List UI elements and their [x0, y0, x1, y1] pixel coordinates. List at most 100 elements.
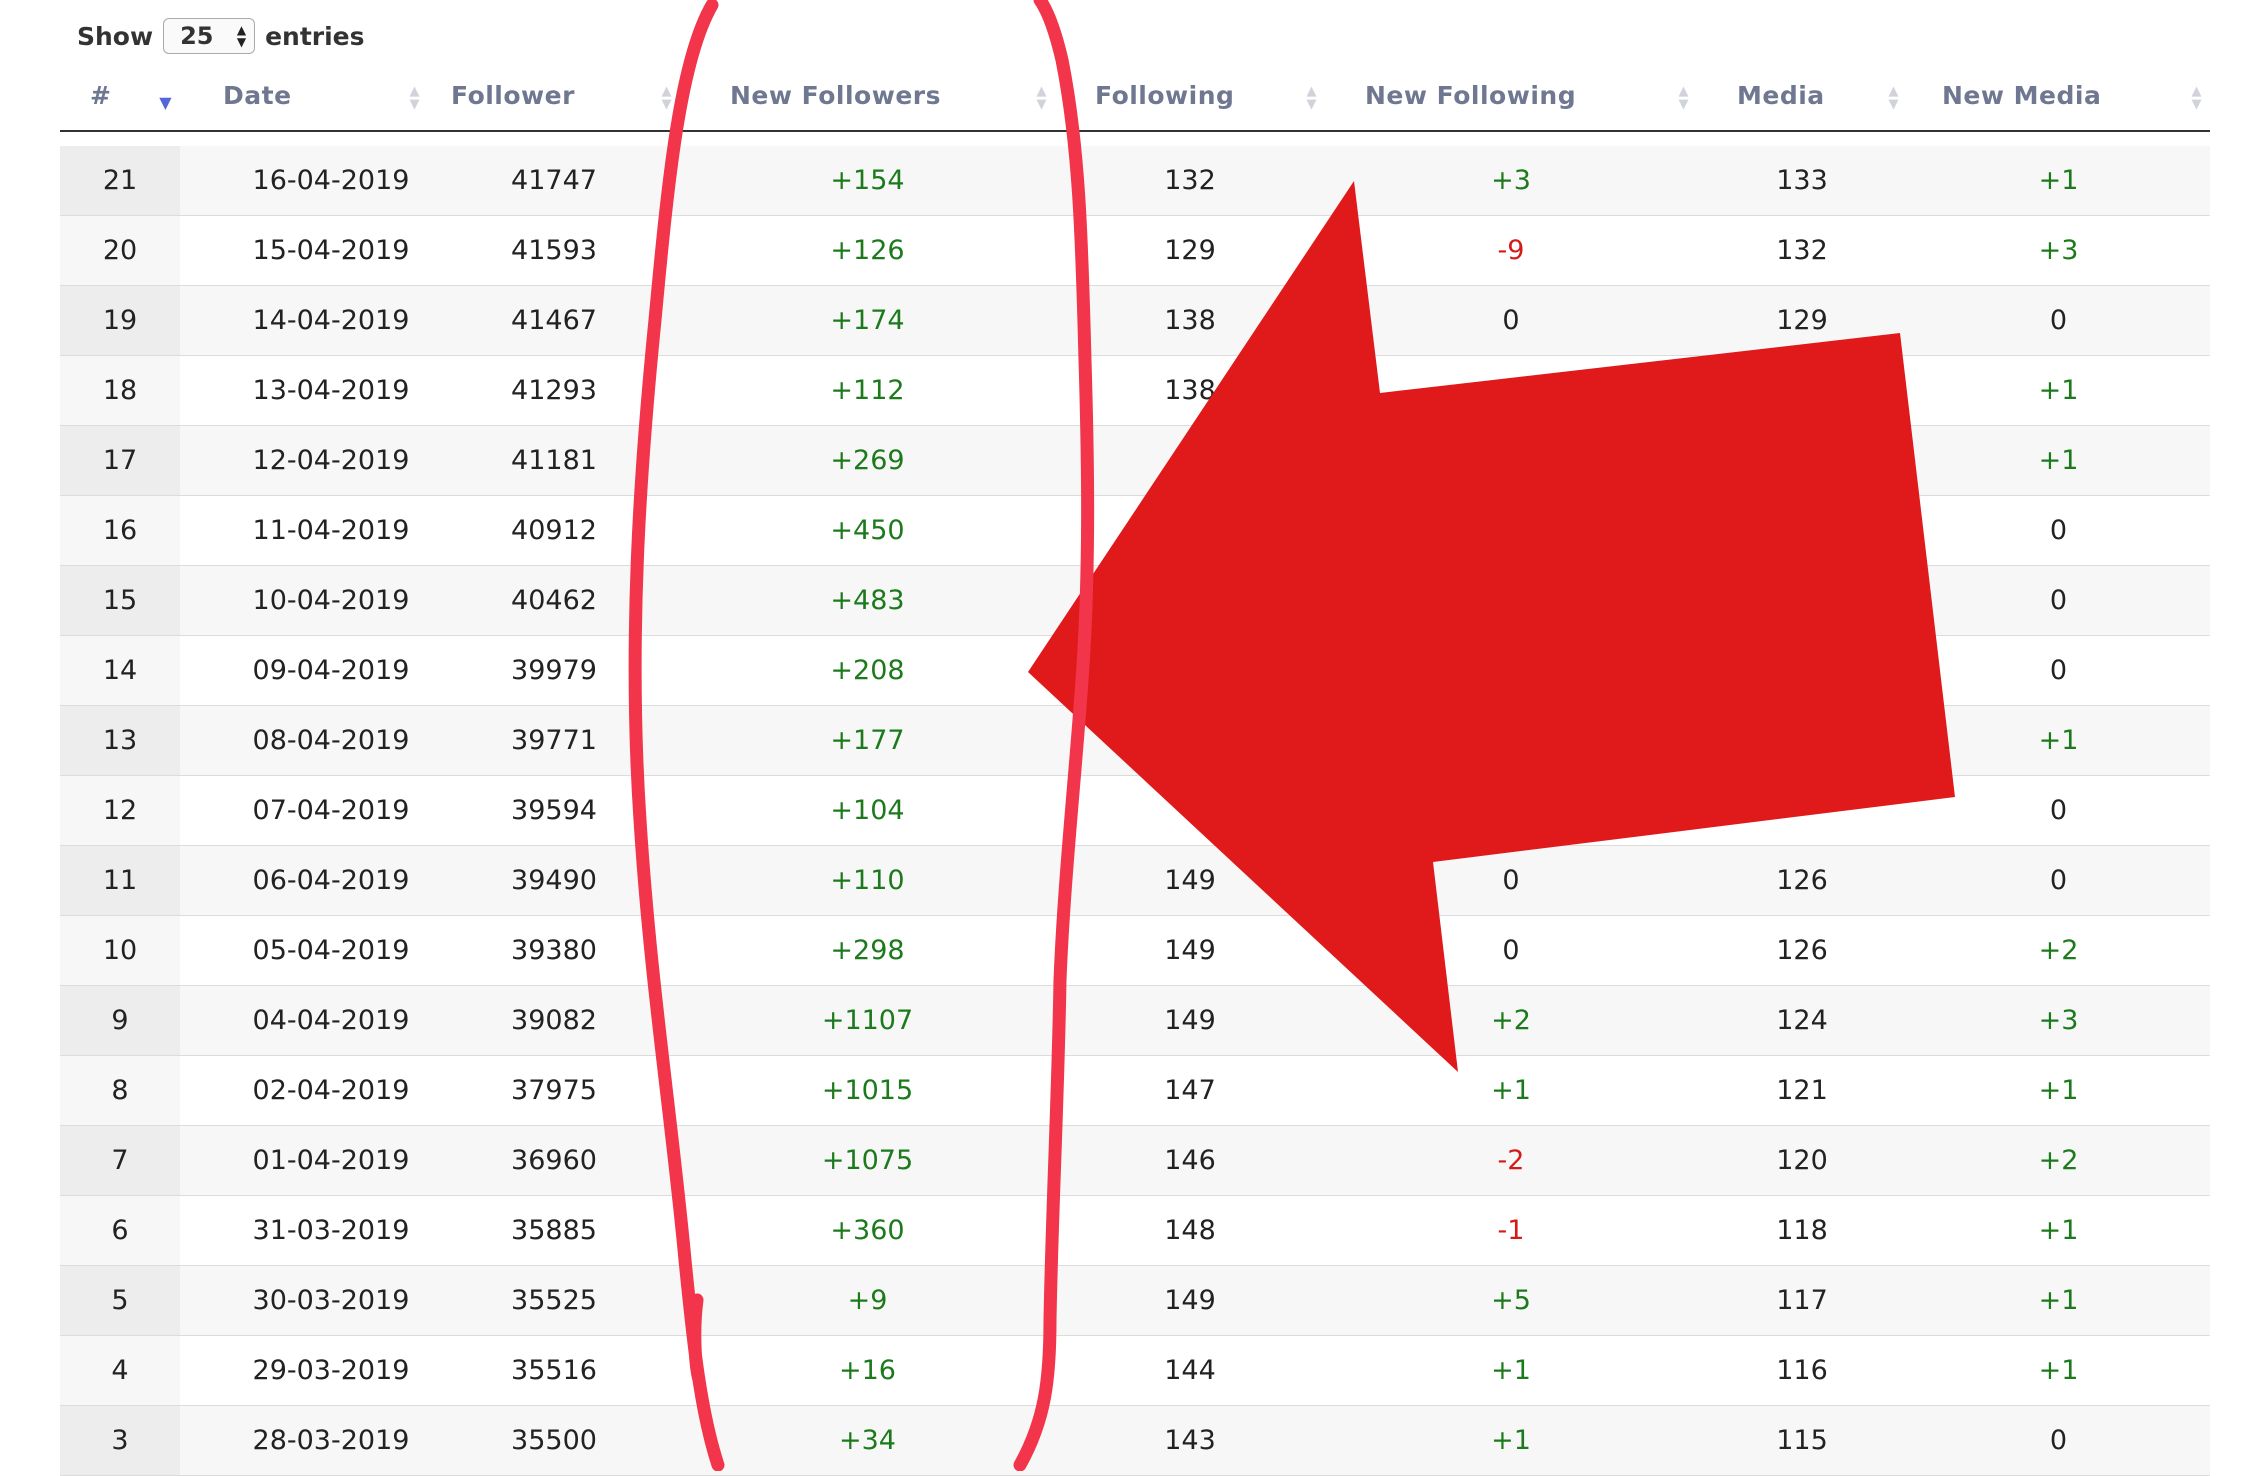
cell-follower: 39771: [428, 705, 680, 776]
cell-new-followers: +177: [680, 705, 1055, 776]
table-row: 20 15-04-2019 41593 +126 129 -9 132 +3: [60, 215, 2210, 286]
col-header-follower[interactable]: Follower ▲ ▼: [428, 72, 680, 132]
entries-select-value: 25: [180, 22, 214, 50]
cell-date: 28-03-2019: [180, 1405, 428, 1476]
cell-following: [1055, 425, 1325, 496]
cell-following: [1055, 635, 1325, 706]
sort-both-icon[interactable]: ▲ ▼: [1307, 85, 1318, 111]
cell-media: 126: [1697, 845, 1907, 916]
table-row: 6 31-03-2019 35885 +360 148 -1 118 +1: [60, 1195, 2210, 1266]
cell-media: [1697, 355, 1907, 426]
cell-media: [1697, 565, 1907, 636]
col-header-date[interactable]: Date ▲ ▼: [180, 72, 428, 132]
sort-both-icon[interactable]: ▲ ▼: [2192, 85, 2203, 111]
table-body: 21 16-04-2019 41747 +154 132 +3 133 +1 20 15-04-2…: [60, 146, 2210, 1476]
cell-following: 148: [1055, 1195, 1325, 1266]
col-header-num[interactable]: # ▼: [60, 72, 180, 132]
col-header-new-media[interactable]: New Media ▲ ▼: [1907, 72, 2210, 132]
cell-follower: 35525: [428, 1265, 680, 1336]
cell-follower: 39979: [428, 635, 680, 706]
cell-new-followers: +1107: [680, 985, 1055, 1056]
col-header-new-followers[interactable]: New Followers ▲ ▼: [680, 72, 1055, 132]
cell-new-following: +1: [1325, 1055, 1697, 1126]
cell-num: 19: [60, 285, 180, 356]
table-row: 17 12-04-2019 41181 +269 +1: [60, 425, 2210, 496]
col-header-label: Follower: [451, 81, 575, 110]
cell-new-media: +1: [1907, 1055, 2210, 1126]
table-row: 9 04-04-2019 39082 +1107 149 +2 124 +3: [60, 985, 2210, 1056]
cell-following: 138: [1055, 285, 1325, 356]
cell-date: 16-04-2019: [180, 146, 428, 216]
cell-new-media: 0: [1907, 285, 2210, 356]
cell-media: 116: [1697, 1335, 1907, 1406]
cell-num: 17: [60, 425, 180, 496]
cell-date: 29-03-2019: [180, 1335, 428, 1406]
cell-new-following: [1325, 705, 1697, 776]
cell-new-media: 0: [1907, 1405, 2210, 1476]
cell-num: 7: [60, 1125, 180, 1196]
col-header-label: New Following: [1365, 81, 1577, 110]
table-row: 16 11-04-2019 40912 +450 0: [60, 495, 2210, 566]
cell-media: 129: [1697, 285, 1907, 356]
length-menu: Show 25 ▲ ▼ entries: [77, 15, 365, 57]
cell-media: 133: [1697, 146, 1907, 216]
cell-media: 118: [1697, 1195, 1907, 1266]
cell-new-followers: +1015: [680, 1055, 1055, 1126]
stats-table: # ▼ Date ▲ ▼ Follower ▲ ▼ New Followers ▲ ▼ Followi…: [60, 72, 2210, 1476]
cell-follower: 35885: [428, 1195, 680, 1266]
cell-new-media: +2: [1907, 1125, 2210, 1196]
cell-media: [1697, 495, 1907, 566]
cell-date: 06-04-2019: [180, 845, 428, 916]
cell-num: 13: [60, 705, 180, 776]
cell-new-followers: +110: [680, 845, 1055, 916]
cell-num: 21: [60, 146, 180, 216]
cell-num: 5: [60, 1265, 180, 1336]
cell-new-media: 0: [1907, 775, 2210, 846]
cell-date: 31-03-2019: [180, 1195, 428, 1266]
cell-new-following: +1: [1325, 1405, 1697, 1476]
cell-num: 4: [60, 1335, 180, 1406]
cell-following: 149: [1055, 985, 1325, 1056]
col-header-media[interactable]: Media ▲ ▼: [1697, 72, 1907, 132]
cell-date: 09-04-2019: [180, 635, 428, 706]
cell-follower: 41747: [428, 146, 680, 216]
cell-new-following: [1325, 495, 1697, 566]
cell-follower: 40912: [428, 495, 680, 566]
cell-date: 05-04-2019: [180, 915, 428, 986]
cell-new-media: +1: [1907, 1335, 2210, 1406]
entries-select[interactable]: 25 ▲ ▼: [163, 18, 256, 54]
cell-num: 15: [60, 565, 180, 636]
table-row: 10 05-04-2019 39380 +298 149 0 126 +2: [60, 915, 2210, 986]
cell-following: 149: [1055, 1265, 1325, 1336]
cell-new-followers: +360: [680, 1195, 1055, 1266]
sort-both-icon[interactable]: ▲ ▼: [662, 85, 673, 111]
table-row: 21 16-04-2019 41747 +154 132 +3 133 +1: [60, 146, 2210, 216]
cell-date: 08-04-2019: [180, 705, 428, 776]
cell-following: [1055, 565, 1325, 636]
sort-both-icon[interactable]: ▲ ▼: [1037, 85, 1048, 111]
cell-new-media: +1: [1907, 1195, 2210, 1266]
col-header-following[interactable]: Following ▲ ▼: [1055, 72, 1325, 132]
cell-new-followers: +154: [680, 146, 1055, 216]
cell-date: 10-04-2019: [180, 565, 428, 636]
table-row: 11 06-04-2019 39490 +110 149 0 126 0: [60, 845, 2210, 916]
cell-num: 6: [60, 1195, 180, 1266]
cell-new-followers: +298: [680, 915, 1055, 986]
cell-follower: 36960: [428, 1125, 680, 1196]
cell-media: 117: [1697, 1265, 1907, 1336]
cell-date: 30-03-2019: [180, 1265, 428, 1336]
col-header-new-following[interactable]: New Following ▲ ▼: [1325, 72, 1697, 132]
cell-following: 138: [1055, 355, 1325, 426]
sort-both-icon[interactable]: ▲ ▼: [1679, 85, 1690, 111]
cell-follower: 39082: [428, 985, 680, 1056]
sort-both-icon[interactable]: ▲ ▼: [1889, 85, 1900, 111]
col-header-label: New Followers: [730, 81, 941, 110]
cell-new-followers: +16: [680, 1335, 1055, 1406]
cell-new-following: -1: [1325, 1195, 1697, 1266]
cell-new-media: +1: [1907, 355, 2210, 426]
cell-following: [1055, 775, 1325, 846]
cell-new-media: +2: [1907, 915, 2210, 986]
sort-both-icon[interactable]: ▲ ▼: [410, 85, 421, 111]
cell-date: 04-04-2019: [180, 985, 428, 1056]
sort-descending-icon[interactable]: ▼: [159, 95, 172, 111]
